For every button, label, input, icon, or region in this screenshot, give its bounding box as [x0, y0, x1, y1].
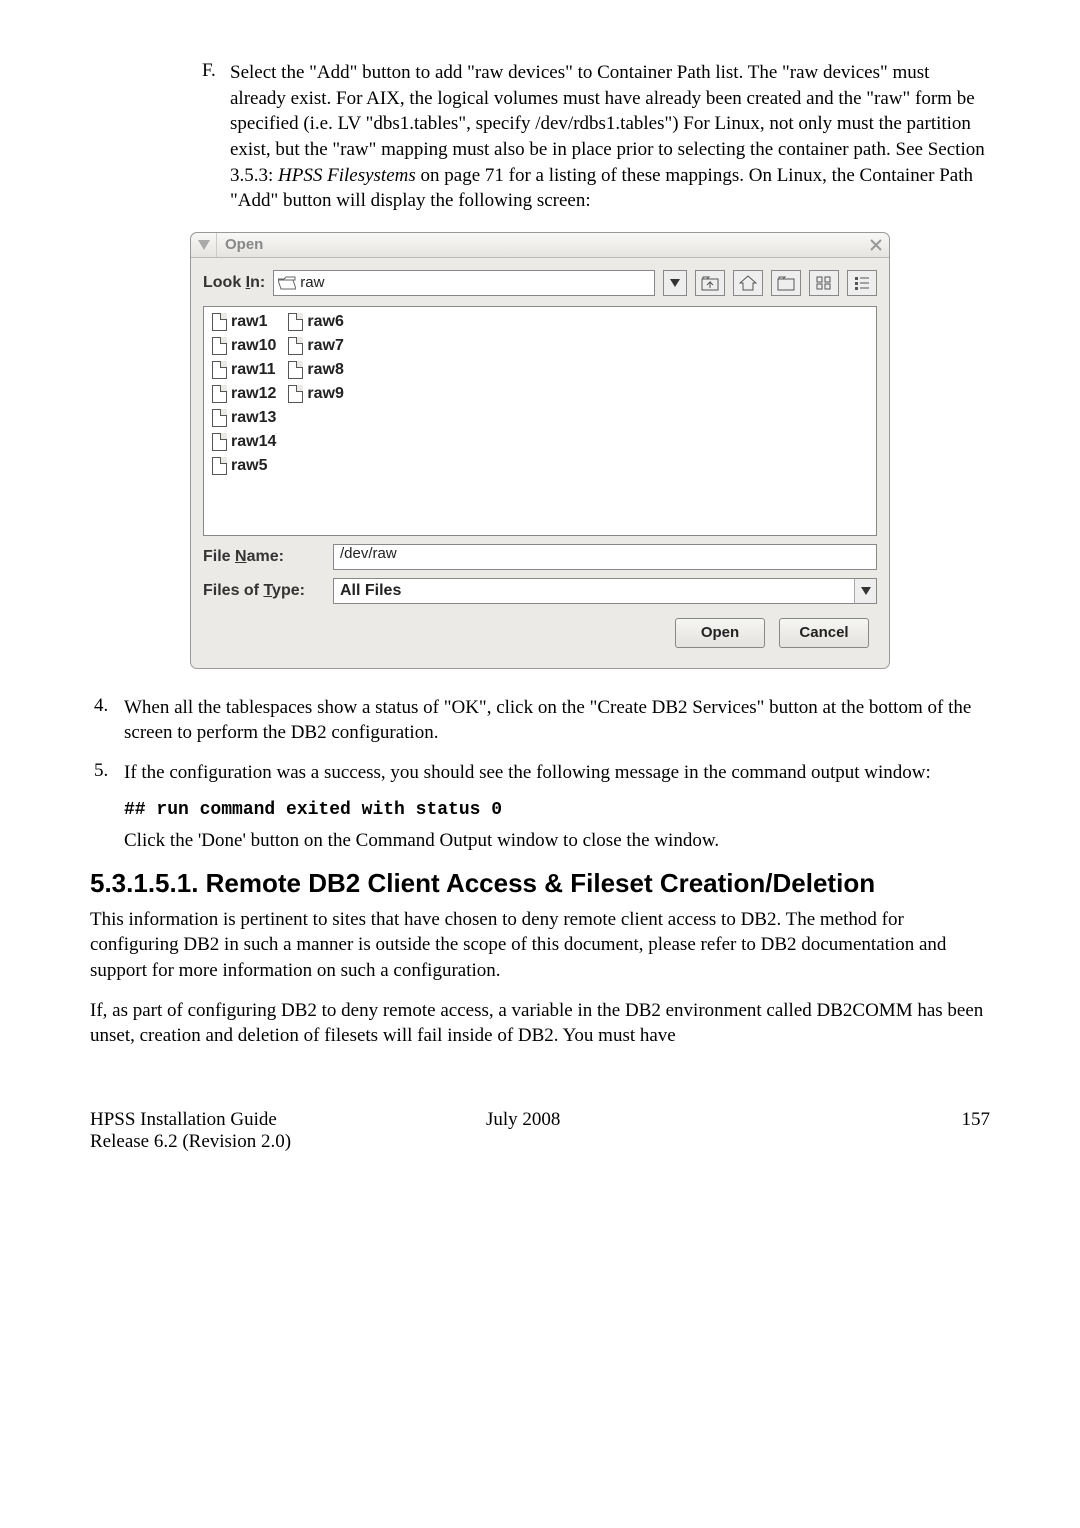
list-item[interactable]: raw7 [288, 337, 343, 355]
list-item[interactable]: raw1 [212, 313, 276, 331]
lookin-label: Look In: [203, 274, 265, 292]
file-col-1: raw1 raw10 raw11 raw12 raw13 raw14 raw5 [212, 313, 276, 475]
file-icon [212, 385, 227, 403]
list-item[interactable]: raw10 [212, 337, 276, 355]
footer-title: HPSS Installation Guide [90, 1109, 486, 1131]
file-icon [212, 409, 227, 427]
body-paragraph: If, as part of configuring DB2 to deny r… [90, 998, 990, 1049]
dialog-titlebar: Open [191, 233, 889, 258]
code-output: ## run command exited with status 0 [124, 800, 990, 820]
footer-release: Release 6.2 (Revision 2.0) [90, 1131, 486, 1153]
after-code-text: Click the 'Done' button on the Command O… [124, 830, 990, 852]
folder-open-icon [278, 276, 296, 290]
dialog-title: Open [217, 234, 863, 255]
lookin-combo[interactable]: raw [273, 270, 655, 296]
list-item[interactable]: raw6 [288, 313, 343, 331]
list-text-italic: HPSS Filesystems [278, 165, 416, 186]
file-icon [288, 361, 303, 379]
lookin-dropdown-arrow-icon[interactable] [663, 270, 687, 296]
list-item[interactable]: raw11 [212, 361, 276, 379]
filetype-label: Files of Type: [203, 582, 323, 600]
lookin-label-post: n: [250, 274, 265, 291]
footer-center: July 2008 [486, 1109, 720, 1153]
filetype-label-key: T [263, 582, 272, 599]
list-item-F: F. Select the "Add" button to add "raw d… [230, 60, 990, 214]
file-icon [288, 313, 303, 331]
section-heading: 5.3.1.5.1. Remote DB2 Client Access & Fi… [90, 868, 990, 899]
list-letter: F. [202, 60, 216, 82]
file-icon [212, 337, 227, 355]
filename-input[interactable]: /dev/raw [333, 544, 877, 570]
file-list[interactable]: raw1 raw10 raw11 raw12 raw13 raw14 raw5 … [203, 306, 877, 536]
filename-value: /dev/raw [340, 545, 397, 562]
lookin-value: raw [300, 274, 650, 291]
lookin-row: Look In: raw [203, 270, 877, 296]
file-label: raw9 [307, 385, 343, 403]
filetype-value: All Files [334, 582, 854, 600]
list-text: Select the "Add" button to add "raw devi… [230, 62, 985, 211]
open-dialog: Open Look In: raw [190, 232, 890, 669]
file-icon [288, 337, 303, 355]
file-icon [212, 433, 227, 451]
list-text: When all the tablespaces show a status o… [124, 697, 971, 744]
list-item[interactable]: raw9 [288, 385, 343, 403]
list-text: If the configuration was a success, you … [124, 762, 931, 783]
filename-row: File Name: /dev/raw [203, 544, 877, 570]
list-item[interactable]: raw5 [212, 457, 276, 475]
file-label: raw10 [231, 337, 276, 355]
filetype-row: Files of Type: All Files [203, 578, 877, 604]
filetype-label-pre: Files of [203, 582, 263, 599]
filename-label-pre: File [203, 548, 235, 565]
window-menu-icon[interactable] [191, 233, 217, 257]
icon-view-icon[interactable] [809, 270, 839, 296]
list-item[interactable]: raw12 [212, 385, 276, 403]
filetype-select[interactable]: All Files [333, 578, 877, 604]
list-item[interactable]: raw13 [212, 409, 276, 427]
footer-page-number: 157 [720, 1109, 990, 1153]
lookin-label-pre: Look [203, 274, 246, 291]
chevron-down-icon [854, 579, 876, 603]
list-number: 5. [94, 760, 108, 782]
filename-label-post: ame: [247, 548, 284, 565]
list-item-4: 4. When all the tablespaces show a statu… [124, 695, 990, 746]
filetype-label-post: ype: [272, 582, 305, 599]
list-item[interactable]: raw14 [212, 433, 276, 451]
new-folder-icon[interactable] [771, 270, 801, 296]
body-paragraph: This information is pertinent to sites t… [90, 907, 990, 984]
file-label: raw12 [231, 385, 276, 403]
page-footer: HPSS Installation Guide Release 6.2 (Rev… [90, 1109, 990, 1153]
up-folder-icon[interactable] [695, 270, 725, 296]
file-label: raw5 [231, 457, 267, 475]
list-view-icon[interactable] [847, 270, 877, 296]
open-button-label: Open [701, 624, 739, 641]
file-icon [212, 457, 227, 475]
footer-left: HPSS Installation Guide Release 6.2 (Rev… [90, 1109, 486, 1153]
file-label: raw13 [231, 409, 276, 427]
list-item[interactable]: raw8 [288, 361, 343, 379]
cancel-button[interactable]: Cancel [779, 618, 869, 648]
file-label: raw6 [307, 313, 343, 331]
file-label: raw7 [307, 337, 343, 355]
file-icon [288, 385, 303, 403]
file-icon [212, 313, 227, 331]
cancel-button-label: Cancel [799, 624, 848, 641]
dialog-button-row: Open Cancel [203, 604, 877, 660]
list-item-5: 5. If the configuration was a success, y… [124, 760, 990, 786]
file-col-2: raw6 raw7 raw8 raw9 [288, 313, 343, 475]
home-icon[interactable] [733, 270, 763, 296]
list-number: 4. [94, 695, 108, 717]
file-label: raw14 [231, 433, 276, 451]
close-icon[interactable] [863, 233, 889, 257]
file-icon [212, 361, 227, 379]
file-label: raw1 [231, 313, 267, 331]
file-label: raw8 [307, 361, 343, 379]
filename-label: File Name: [203, 548, 323, 566]
file-label: raw11 [231, 361, 275, 379]
filename-label-key: N [235, 548, 247, 565]
open-button[interactable]: Open [675, 618, 765, 648]
